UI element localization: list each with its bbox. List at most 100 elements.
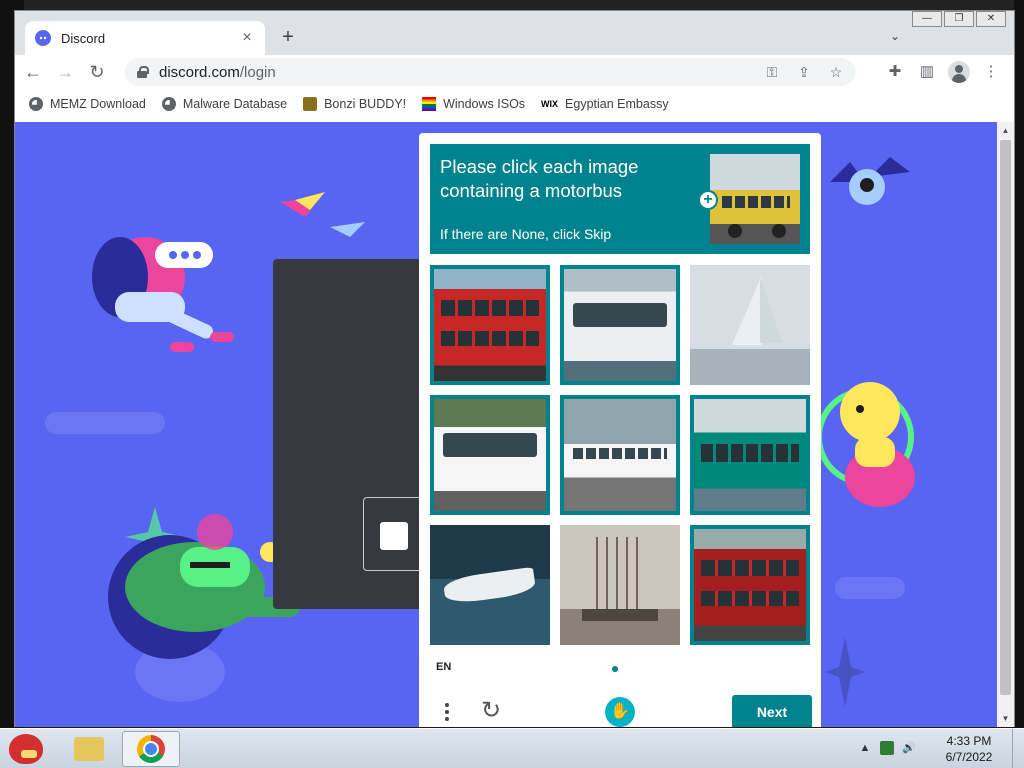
tile-3[interactable] <box>690 265 810 385</box>
bookmark-egyptian-embassy[interactable]: WIX Egyptian Embassy <box>541 97 669 111</box>
address-bar[interactable]: discord.com/login ⚿ ⇪ ☆ <box>125 58 855 86</box>
bookmark-malware-database[interactable]: Malware Database <box>161 97 288 111</box>
desktop-background-right <box>1014 0 1024 728</box>
chrome-window: Discord × + ⌄ — ❐ ✕ ← → ↻ discord.com/lo… <box>14 10 1015 727</box>
side-panel-icon[interactable]: ▥ <box>916 59 938 85</box>
tile-9[interactable] <box>690 525 810 645</box>
bookmark-label: MEMZ Download <box>50 97 146 111</box>
tab-title: Discord <box>61 30 106 46</box>
illustration-character-reading <box>92 237 234 352</box>
bookmark-windows-isos[interactable]: Windows ISOs <box>422 97 525 111</box>
volume-icon[interactable]: 🔊 <box>902 741 916 755</box>
tile-image <box>564 399 676 511</box>
bookmark-label: Bonzi BUDDY! <box>324 97 407 111</box>
tile-image <box>434 269 546 381</box>
url-path: /login <box>239 63 276 81</box>
kebab-menu-icon[interactable]: ⋮ <box>980 59 1002 85</box>
taskbar: ▲ 🔊 4:33 PM 6/7/2022 <box>0 728 1024 768</box>
language-selector[interactable]: EN <box>436 661 451 673</box>
extensions-puzzle-icon[interactable]: ✚ <box>884 59 906 85</box>
refresh-challenge-icon[interactable]: ↻ <box>481 699 507 725</box>
lock-icon[interactable] <box>137 66 149 78</box>
tile-image <box>690 265 810 385</box>
share-icon[interactable]: ⇪ <box>795 63 813 81</box>
close-tab-icon[interactable]: × <box>239 29 255 47</box>
background-cloud <box>835 577 905 599</box>
close-window-button[interactable]: ✕ <box>976 11 1006 27</box>
tile-1[interactable] <box>430 265 550 385</box>
expand-example-plus-icon[interactable]: + <box>698 190 718 210</box>
qr-code-box <box>363 497 423 571</box>
tile-image <box>434 399 546 511</box>
image-grid <box>430 265 810 645</box>
flag-icon <box>422 97 437 111</box>
bookmark-label: Egyptian Embassy <box>565 97 669 111</box>
globe-icon <box>161 97 176 111</box>
tile-6[interactable] <box>690 395 810 515</box>
scroll-up-arrow-icon[interactable]: ▲ <box>1001 126 1010 135</box>
tile-7[interactable] <box>430 525 550 645</box>
tile-image <box>560 525 680 645</box>
tile-image <box>564 269 676 381</box>
tile-image <box>694 399 806 511</box>
sparkle-shape <box>825 637 865 707</box>
challenge-subprompt: If there are None, click Skip <box>440 226 612 242</box>
show-desktop-button[interactable] <box>1012 729 1024 768</box>
reload-icon[interactable]: ↻ <box>83 58 111 86</box>
page-scrollbar[interactable]: ▲ ▼ <box>997 122 1014 727</box>
globe-icon <box>29 97 43 111</box>
bonzi-icon <box>303 97 318 111</box>
url-text[interactable]: discord.com/login <box>159 64 276 81</box>
scroll-thumb[interactable] <box>1000 140 1011 695</box>
taskbar-clock[interactable]: 4:33 PM 6/7/2022 <box>938 733 1000 765</box>
forward-arrow-icon[interactable]: → <box>51 58 79 86</box>
illustration-blue-creature <box>830 157 910 205</box>
clock-time: 4:33 PM <box>946 734 992 748</box>
system-tray: ▲ 🔊 <box>858 741 916 755</box>
hcaptcha-logo-icon[interactable]: ✋ <box>605 697 635 727</box>
back-arrow-icon[interactable]: ← <box>19 58 47 86</box>
next-button[interactable]: Next <box>732 695 812 727</box>
network-icon[interactable] <box>880 741 894 755</box>
illustration-yellow-character <box>816 382 915 507</box>
bookmark-label: Malware Database <box>182 97 288 111</box>
wix-icon: WIX <box>541 99 559 109</box>
key-icon[interactable]: ⚿ <box>763 63 781 81</box>
challenge-header: Please click each image containing a mot… <box>430 144 810 254</box>
challenge-footer: ↻ ✋ Next <box>419 693 821 727</box>
challenge-prompt: Please click each image containing a mot… <box>440 156 639 201</box>
tab-search-chevron-icon[interactable]: ⌄ <box>887 29 903 45</box>
illustration-green-monster <box>108 507 300 659</box>
new-tab-button[interactable]: + <box>277 27 299 49</box>
show-hidden-icons-icon[interactable]: ▲ <box>858 741 872 755</box>
tile-2[interactable] <box>560 265 680 385</box>
restore-button[interactable]: ❐ <box>944 11 974 27</box>
url-host: discord.com <box>159 63 240 81</box>
profile-avatar-icon[interactable] <box>948 61 970 83</box>
scroll-down-arrow-icon[interactable]: ▼ <box>1001 714 1010 723</box>
tile-4[interactable] <box>430 395 550 515</box>
tile-5[interactable] <box>560 395 680 515</box>
tab-discord[interactable]: Discord × <box>25 21 265 55</box>
chrome-taskbar-icon[interactable] <box>122 731 180 767</box>
clock-date: 6/7/2022 <box>945 750 993 764</box>
hcaptcha-challenge: Please click each image containing a mot… <box>419 133 821 727</box>
browser-toolbar: ← → ↻ discord.com/login ⚿ ⇪ ☆ ✚ ▥ ⋮ <box>15 55 1014 89</box>
bookmark-bonzi-buddy[interactable]: Bonzi BUDDY! <box>303 97 406 111</box>
bookmark-label: Windows ISOs <box>443 97 526 111</box>
bookmark-memz-download[interactable]: MEMZ Download <box>29 97 146 111</box>
illustration-paper-planes <box>280 192 365 237</box>
title-bar: Discord × + ⌄ — ❐ ✕ <box>15 11 1014 55</box>
progress-dot <box>612 666 618 672</box>
page-viewport: Please click each image containing a mot… <box>15 122 997 727</box>
star-bookmark-icon[interactable]: ☆ <box>827 63 845 81</box>
menu-dots-icon[interactable] <box>443 701 451 725</box>
example-image-school-bus[interactable] <box>710 154 800 244</box>
folder-taskbar-icon[interactable] <box>64 731 114 767</box>
discord-favicon-icon <box>35 30 51 46</box>
background-cloud <box>45 412 165 434</box>
angry-birds-taskbar-icon[interactable] <box>2 731 50 767</box>
minimize-button[interactable]: — <box>912 11 942 27</box>
tile-8[interactable] <box>560 525 680 645</box>
bookmarks-bar: MEMZ Download Malware Database Bonzi BUD… <box>15 91 1014 117</box>
